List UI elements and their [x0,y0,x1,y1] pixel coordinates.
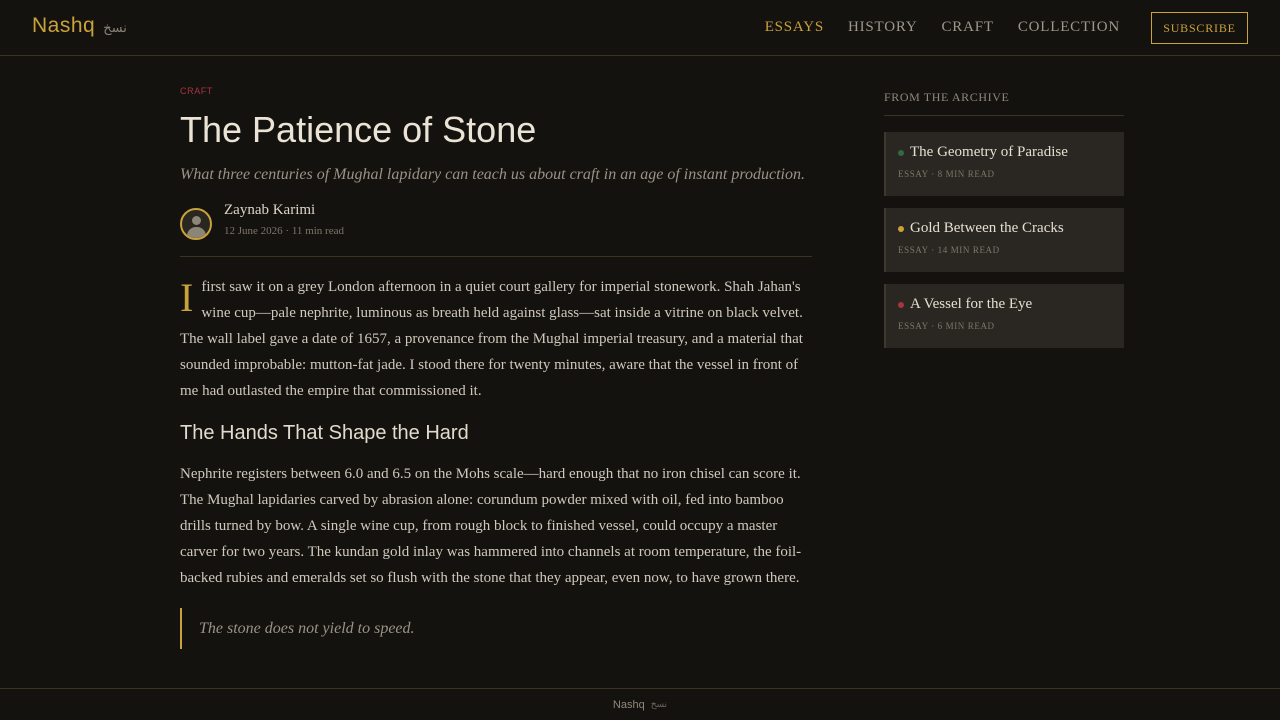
category-dot-icon [898,301,904,308]
author-avatar[interactable] [180,208,212,240]
article: CRAFT The Patience of Stone What three c… [180,86,812,649]
footer-brand-arabic: نسخ [650,699,668,710]
main-nav: ESSAYS HISTORY CRAFT COLLECTION [765,19,1120,36]
archive-card-title-row: Gold Between the Cracks [898,220,1112,237]
author-name[interactable]: Zaynab Karimi [224,202,344,219]
archive-card-meta: ESSAY · 14 MIN READ [898,245,1000,255]
archive-sidebar: FROM THE ARCHIVE The Geometry of Paradis… [884,90,1124,348]
brand-arabic-name: نسخ [103,21,127,36]
sidebar-divider [884,115,1124,116]
subscribe-button[interactable]: SUBSCRIBE [1151,12,1248,44]
section-heading: The Hands That Shape the Hard [180,422,469,444]
brand-logo[interactable]: Nashq نسخ [32,14,127,38]
byline-divider [180,256,812,257]
pull-quote: The stone does not yield to speed. [180,608,812,649]
top-navigation-bar: Nashq نسخ ESSAYS HISTORY CRAFT COLLECTIO… [0,0,1280,56]
article-subtitle: What three centuries of Mughal lapidary … [180,166,805,183]
nav-item-craft[interactable]: CRAFT [941,19,993,36]
sidebar-title: FROM THE ARCHIVE [884,90,1010,104]
archive-card[interactable]: Gold Between the Cracks ESSAY · 14 MIN R… [884,208,1124,272]
article-paragraph-intro: Ifirst saw it on a grey London afternoon… [180,274,812,404]
nav-item-essays[interactable]: ESSAYS [765,19,824,36]
category-dot-icon [898,225,904,232]
article-paragraph: Nephrite registers between 6.0 and 6.5 o… [180,466,802,586]
archive-card-title-row: The Geometry of Paradise [898,144,1112,161]
byline: Zaynab Karimi 12 June 2026 · 11 min read [180,202,812,246]
archive-card-title: A Vessel for the Eye [910,296,1033,312]
avatar-body-shape [187,227,206,238]
paragraph-text: first saw it on a grey London afternoon … [180,279,803,399]
archive-card-title: The Geometry of Paradise [910,144,1068,160]
archive-card-meta: ESSAY · 8 MIN READ [898,169,995,179]
nav-item-collection[interactable]: COLLECTION [1018,19,1120,36]
nav-item-history[interactable]: HISTORY [848,19,918,36]
archive-card[interactable]: The Geometry of Paradise ESSAY · 8 MIN R… [884,132,1124,196]
footer-brand[interactable]: Nashq [613,699,645,711]
footer: Nashq نسخ [0,688,1280,720]
article-meta: 12 June 2026 · 11 min read [224,225,344,237]
archive-card-meta: ESSAY · 6 MIN READ [898,321,995,331]
archive-card-title: Gold Between the Cracks [910,220,1064,236]
archive-card-title-row: A Vessel for the Eye [898,296,1112,313]
category-dot-icon [898,149,904,156]
avatar-head-shape [192,216,201,225]
brand-name: Nashq [32,14,96,37]
author-block: Zaynab Karimi 12 June 2026 · 11 min read [224,202,344,237]
article-title: The Patience of Stone [180,109,537,150]
article-category[interactable]: CRAFT [180,86,812,96]
archive-card[interactable]: A Vessel for the Eye ESSAY · 6 MIN READ [884,284,1124,348]
drop-cap: I [180,275,194,320]
